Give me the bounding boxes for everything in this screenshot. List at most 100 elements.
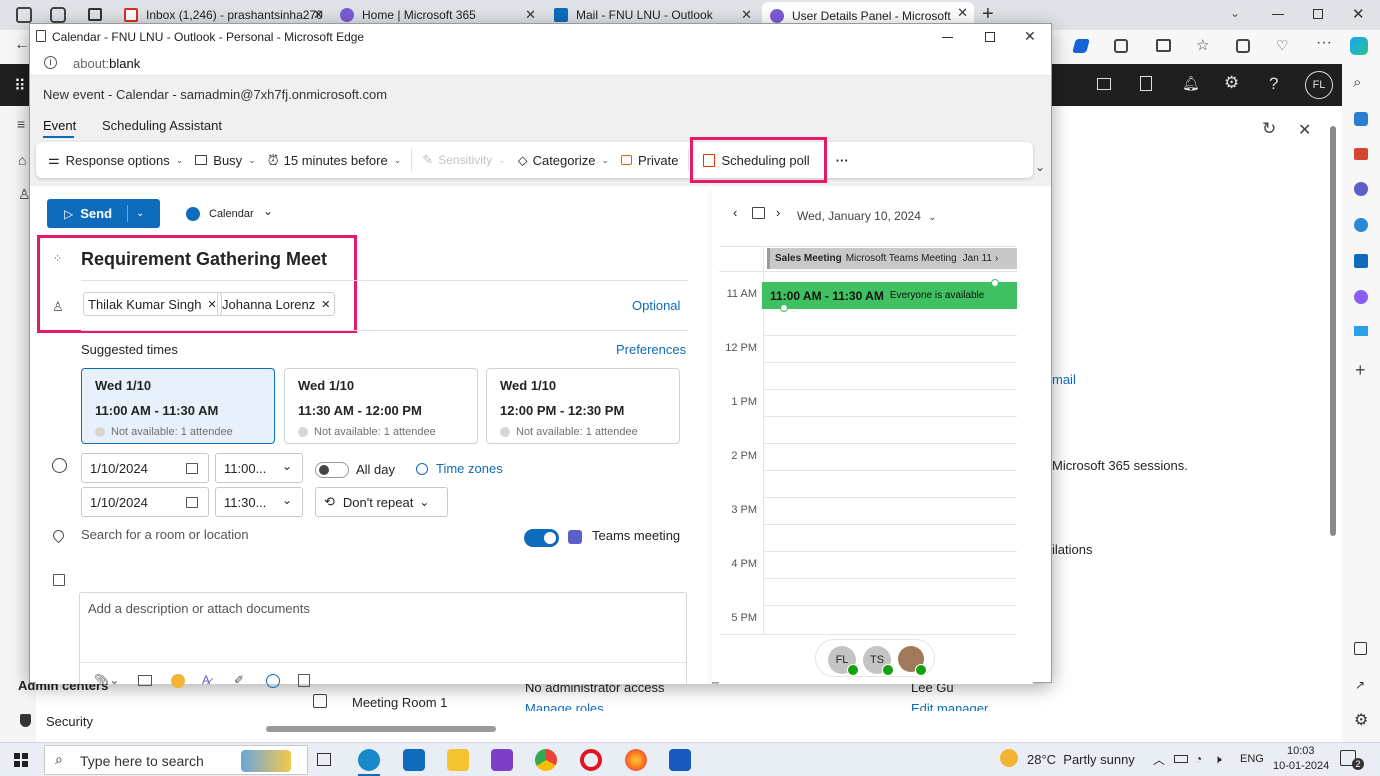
hamburger-icon[interactable]: ≡ <box>17 116 25 132</box>
battery-icon[interactable] <box>1174 755 1188 763</box>
tab-search-icon[interactable]: ⌄ <box>1230 6 1240 20</box>
calendar-icon[interactable] <box>186 497 198 508</box>
preferences-link[interactable]: Preferences <box>616 342 686 357</box>
favorites-icon[interactable]: ☆ <box>1196 36 1209 54</box>
bell-icon[interactable]: 🔔︎ <box>1182 75 1200 92</box>
prev-day-icon[interactable]: ‹ <box>733 205 737 220</box>
close-icon[interactable]: ✕ <box>525 7 536 23</box>
more-apps-icon[interactable] <box>298 674 310 687</box>
remove-icon[interactable]: ✕ <box>207 298 216 311</box>
home-icon[interactable]: ⌂ <box>18 152 26 168</box>
weather-text[interactable]: 28°C Partly sunny <box>1027 752 1135 767</box>
terminal-icon[interactable] <box>1097 78 1111 90</box>
weather-icon[interactable] <box>1000 749 1018 767</box>
end-date-field[interactable]: 1/10/2024 <box>81 487 209 517</box>
chrome-icon[interactable] <box>535 749 557 771</box>
chevron-down-icon[interactable]: ⌄ <box>136 208 144 219</box>
close-icon[interactable]: ✕ <box>957 5 968 21</box>
close-icon[interactable]: ✕ <box>1024 28 1036 45</box>
all-day-toggle[interactable] <box>315 462 349 478</box>
performance-icon[interactable]: ♡ <box>1276 37 1289 54</box>
add-icon[interactable]: + <box>1355 360 1366 381</box>
visual-studio-icon[interactable] <box>491 749 513 771</box>
manage-roles-link[interactable]: Manage roles <box>525 701 604 711</box>
emoji-icon[interactable] <box>171 674 185 688</box>
language-label[interactable]: ENG <box>1240 753 1264 765</box>
close-icon[interactable]: ✕ <box>313 7 324 23</box>
word-icon[interactable] <box>669 749 691 771</box>
calendar-date-picker[interactable]: Wed, January 10, 2024 ⌄ <box>797 209 937 223</box>
edit-manager-link[interactable]: Edit manager <box>911 701 988 711</box>
document-icon[interactable] <box>1140 76 1152 91</box>
ribbon-expand-icon[interactable]: ⌄ <box>1035 160 1045 174</box>
busy-button[interactable]: Busy ⌄ <box>189 146 261 174</box>
location-input[interactable]: Search for a room or location <box>81 527 249 542</box>
firefox-icon[interactable] <box>625 749 647 771</box>
start-time-field[interactable]: 11:00... ⌄ <box>215 453 303 483</box>
panel-close-icon[interactable]: ✕ <box>1298 120 1311 140</box>
remove-icon[interactable]: ✕ <box>321 298 330 311</box>
extensions-icon[interactable] <box>1114 39 1128 53</box>
info-icon[interactable]: i <box>44 56 57 69</box>
tab-event[interactable]: Event <box>43 118 76 133</box>
volume-icon[interactable]: 🕨︎ <box>1214 752 1222 767</box>
file-explorer-icon[interactable] <box>447 749 469 771</box>
suggestion-card[interactable]: Wed 1/10 11:30 AM - 12:00 PM Not availab… <box>284 368 478 444</box>
start-date-field[interactable]: 1/10/2024 <box>81 453 209 483</box>
resize-handle[interactable] <box>991 279 999 287</box>
categorize-button[interactable]: ⬦ Categorize ⌄ <box>512 146 615 174</box>
teams-meeting-toggle[interactable] <box>524 529 559 547</box>
event-title-input[interactable]: Requirement Gathering Meet <box>81 249 327 270</box>
tools-icon[interactable] <box>1354 148 1368 160</box>
windows-start-icon[interactable] <box>14 753 28 767</box>
workspaces-icon[interactable] <box>50 7 66 23</box>
format-icon[interactable]: A̷ <box>202 673 210 687</box>
edge-icon[interactable] <box>358 749 380 771</box>
split-screen-icon[interactable] <box>1156 39 1171 52</box>
games-icon[interactable] <box>1354 182 1368 196</box>
scrollbar[interactable] <box>1330 126 1336 536</box>
tab-scheduling-assistant[interactable]: Scheduling Assistant <box>102 118 222 133</box>
new-event-block[interactable]: 11:00 AM - 11:30 AM Everyone is availabl… <box>762 282 1017 309</box>
end-time-field[interactable]: 11:30... ⌄ <box>215 487 303 517</box>
more-icon[interactable]: ··· <box>1316 34 1332 52</box>
optional-link[interactable]: Optional <box>632 298 680 313</box>
private-button[interactable]: Private <box>615 146 684 174</box>
maximize-icon[interactable] <box>985 32 995 42</box>
image-icon[interactable] <box>138 675 152 686</box>
help-icon[interactable]: ? <box>1269 74 1278 94</box>
clock-time[interactable]: 10:03 <box>1287 745 1315 757</box>
outlook-sidebar-icon[interactable] <box>1354 254 1368 268</box>
tray-chevron-icon[interactable]: ︿ <box>1153 751 1165 768</box>
clock-date[interactable]: 10-01-2024 <box>1273 760 1329 772</box>
attendee-chip[interactable]: Johanna Lorenz ✕ <box>217 292 336 316</box>
nav-item-security[interactable]: Security <box>46 714 93 729</box>
scheduling-poll-button[interactable]: Scheduling poll <box>690 137 827 183</box>
hscrollbar[interactable] <box>266 726 496 732</box>
next-day-icon[interactable]: › <box>776 205 780 220</box>
resize-handle[interactable] <box>780 304 788 312</box>
drop-icon[interactable] <box>1354 326 1368 336</box>
search-icon[interactable]: ⌕ <box>1353 74 1361 91</box>
attach-icon[interactable]: 📎︎⌄ <box>94 673 119 687</box>
designer-icon[interactable] <box>1354 290 1368 304</box>
sales-meeting-event[interactable]: Sales Meeting Microsoft Teams Meeting Ja… <box>767 248 1017 269</box>
chevron-down-icon[interactable]: ⌄ <box>263 204 273 218</box>
minimize-icon[interactable] <box>1272 14 1284 15</box>
more-options-button[interactable]: ··· <box>830 146 855 174</box>
external-link-icon[interactable]: ↗ <box>1355 678 1365 692</box>
repeat-dropdown[interactable]: ⟲ Don't repeat ⌄ <box>315 487 448 517</box>
close-icon[interactable]: ✕ <box>741 7 752 23</box>
calendar-icon[interactable] <box>186 463 198 474</box>
window-menu-icon[interactable] <box>16 7 32 23</box>
calendar-picker[interactable]: Calendar <box>209 208 254 220</box>
copilot-sidebar-icon[interactable] <box>1350 37 1368 55</box>
today-icon[interactable] <box>752 207 765 219</box>
wifi-icon[interactable]: ◔ <box>1195 752 1202 766</box>
send-button[interactable]: ▷ Send ⌄ <box>47 199 160 228</box>
restore-icon[interactable] <box>1313 9 1323 19</box>
attendee-chip[interactable]: Thilak Kumar Singh ✕ <box>83 292 222 316</box>
copilot-icon[interactable] <box>1072 39 1090 53</box>
back-icon[interactable]: ← <box>14 36 30 54</box>
description-box[interactable]: Add a description or attach documents 📎︎… <box>79 592 687 688</box>
